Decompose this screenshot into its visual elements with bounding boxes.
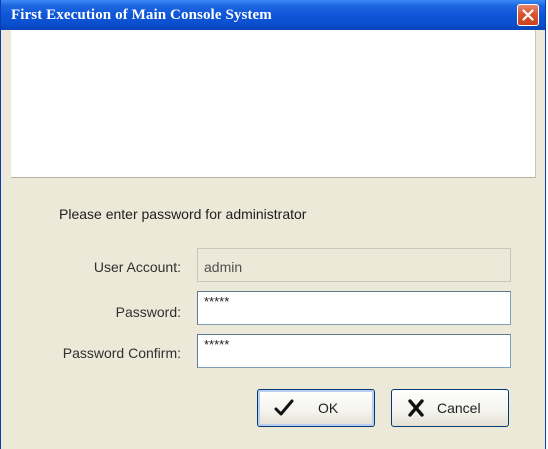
window-title: First Execution of Main Console System (11, 7, 272, 23)
cancel-button-label: Cancel (437, 400, 481, 416)
ok-button[interactable]: OK (257, 389, 375, 427)
password-confirm-field[interactable]: ***** (197, 334, 511, 368)
close-button[interactable] (517, 4, 539, 26)
checkmark-icon (274, 399, 294, 416)
user-account-label: User Account: (93, 259, 181, 275)
password-confirm-label: Password Confirm: (62, 345, 181, 361)
close-icon (522, 9, 534, 21)
password-value: ***** (204, 294, 230, 309)
ok-button-label: OK (318, 400, 339, 416)
password-field[interactable]: ***** (197, 291, 511, 325)
password-confirm-value: ***** (204, 337, 230, 352)
cancel-button[interactable]: Cancel (391, 389, 509, 427)
header-banner (11, 30, 536, 178)
instruction-text: Please enter password for administrator (59, 206, 307, 222)
dialog-window: First Execution of Main Console System P… (0, 0, 546, 449)
x-icon (408, 399, 424, 417)
password-label: Password: (115, 304, 181, 320)
title-bar[interactable]: First Execution of Main Console System (1, 0, 545, 30)
user-account-value: admin (204, 259, 243, 275)
user-account-field: admin (197, 248, 511, 282)
